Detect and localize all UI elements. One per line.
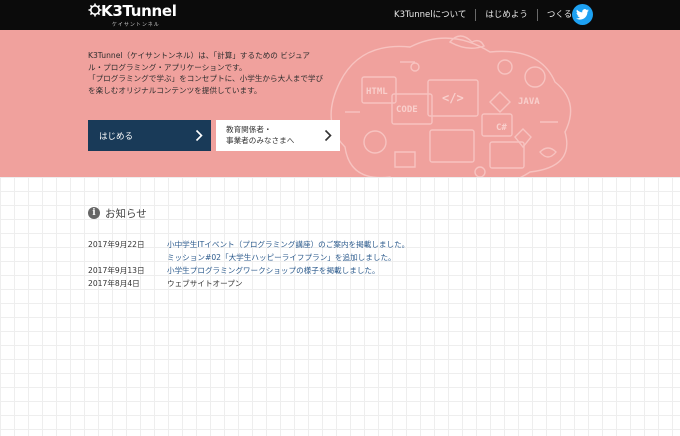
news-link[interactable]: ミッション#02「大学生ハッピーライフプラン」を追加しました。 bbox=[167, 252, 396, 263]
main-nav: K3Tunnelについて はじめよう つくる bbox=[385, 0, 581, 30]
top-bar: K3Tunnel ケイサントンネル K3Tunnelについて はじめよう つくる bbox=[0, 0, 680, 30]
hero-section: HTML CODE </> JAVA C# K3Tunnel（ケイサントンネル）… bbox=[0, 30, 680, 177]
nav-about[interactable]: K3Tunnelについて bbox=[385, 9, 475, 21]
art-label-java: JAVA bbox=[518, 97, 540, 107]
logo-text: K3Tunnel bbox=[101, 2, 177, 20]
hero-description: K3Tunnel（ケイサントンネル）は、「計算」するための ビジュア ル・プログ… bbox=[88, 50, 358, 96]
news-title: お知らせ bbox=[105, 207, 147, 220]
art-label-csharp: C# bbox=[496, 123, 507, 133]
info-icon: i bbox=[88, 207, 100, 219]
hero-line: ル・プログラミング・アプリケーションです。 bbox=[88, 62, 247, 72]
twitter-button[interactable] bbox=[572, 4, 593, 25]
news-date: 2017年9月13日 bbox=[88, 266, 145, 275]
educators-button-label: 教育関係者・ 事業者のみなさまへ bbox=[226, 125, 294, 146]
gear-icon bbox=[88, 3, 102, 17]
news-link[interactable]: 小中学生ITイベント（プログラミング講座）のご案内を掲載しました。 bbox=[167, 239, 409, 250]
news-text: ウェブサイトオープン bbox=[167, 279, 243, 288]
hero-line: 「プログラミングで学ぶ」をコンセプトに、小学生から大人まで学び bbox=[88, 74, 324, 83]
chevron-right-icon bbox=[324, 129, 332, 142]
art-label-tag: </> bbox=[442, 91, 464, 105]
chevron-right-icon bbox=[195, 129, 203, 142]
educators-label-line2: 事業者のみなさまへ bbox=[226, 135, 295, 145]
hero-line: を楽しむオリジナルコンテンツを提供しています。 bbox=[88, 85, 262, 95]
nav-start[interactable]: はじめよう bbox=[475, 9, 537, 21]
educators-button[interactable]: 教育関係者・ 事業者のみなさまへ bbox=[216, 120, 340, 151]
news-heading: i お知らせ bbox=[88, 205, 147, 221]
start-button[interactable]: はじめる bbox=[88, 120, 211, 151]
hero-line: K3Tunnel（ケイサントンネル）は、「計算」するための ビジュア bbox=[88, 51, 310, 60]
news-link[interactable]: 小学生プログラミングワークショップの様子を掲載しました。 bbox=[167, 265, 380, 276]
educators-label-line1: 教育関係者・ bbox=[226, 125, 272, 134]
twitter-bird-icon bbox=[576, 9, 589, 20]
logo[interactable]: K3Tunnel ケイサントンネル bbox=[88, 2, 177, 29]
art-label-code: CODE bbox=[396, 105, 418, 115]
news-date: 2017年8月4日 bbox=[88, 279, 140, 288]
logo-subtitle: ケイサントンネル bbox=[112, 22, 160, 28]
news-date: 2017年9月22日 bbox=[88, 240, 145, 249]
start-button-label: はじめる bbox=[99, 131, 134, 142]
art-label-html: HTML bbox=[366, 87, 388, 97]
